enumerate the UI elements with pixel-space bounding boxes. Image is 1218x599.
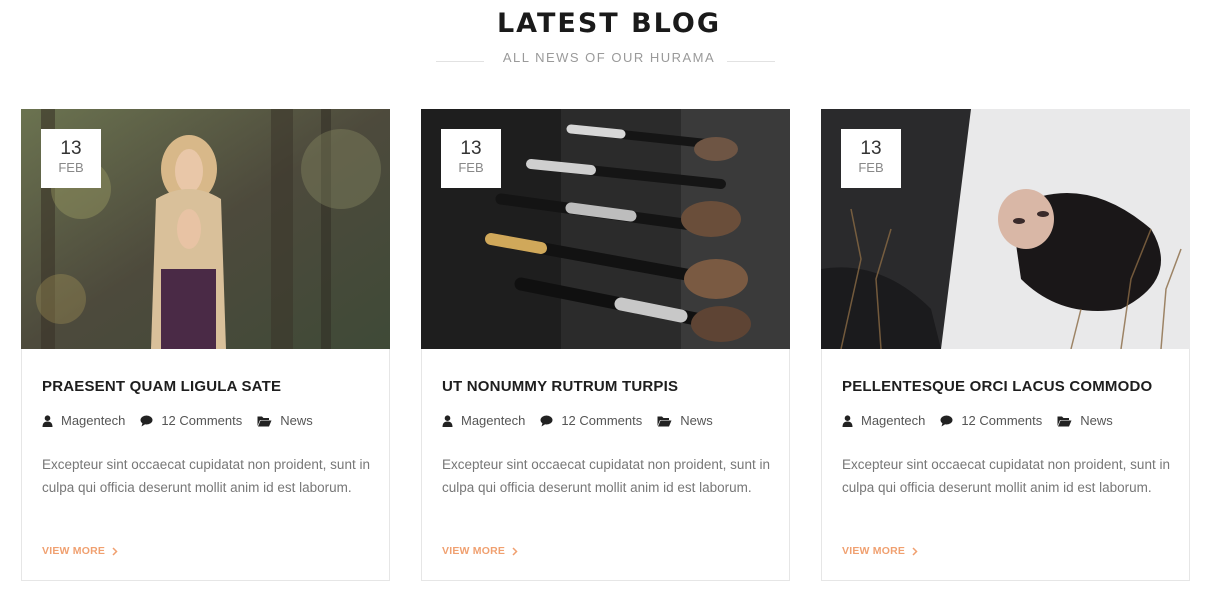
- author-name: Magentech: [461, 413, 526, 428]
- date-day: 13: [60, 138, 82, 159]
- section-title: LATEST BLOG: [496, 8, 722, 39]
- comments-count: 12 Comments: [561, 413, 643, 428]
- user-icon: [42, 414, 53, 427]
- category-name: News: [680, 413, 713, 428]
- meta-author[interactable]: Magentech: [42, 413, 125, 428]
- date-badge: 13 FEB: [41, 129, 101, 188]
- user-icon: [842, 414, 853, 427]
- post-image[interactable]: 13 FEB: [21, 109, 390, 349]
- meta-comments[interactable]: 12 Comments: [140, 413, 242, 428]
- view-more-label: VIEW MORE: [42, 545, 106, 557]
- comments-count: 12 Comments: [161, 413, 243, 428]
- comment-icon: [540, 415, 553, 426]
- meta-category[interactable]: News: [657, 413, 713, 428]
- user-icon: [442, 414, 453, 427]
- author-name: Magentech: [61, 413, 126, 428]
- post-title[interactable]: PELLENTESQUE ORCI LACUS COMMODO: [842, 378, 1152, 395]
- chevron-right-icon: [512, 546, 518, 556]
- post-image[interactable]: 13 FEB: [421, 109, 790, 349]
- section-subtitle: ALL NEWS OF OUR HURAMA: [502, 50, 716, 65]
- category-name: News: [280, 413, 313, 428]
- folder-open-icon: [657, 416, 672, 426]
- post-meta: Magentech 12 Comments News: [442, 413, 728, 428]
- date-month: FEB: [458, 160, 484, 175]
- meta-category[interactable]: News: [1057, 413, 1113, 428]
- meta-comments[interactable]: 12 Comments: [540, 413, 642, 428]
- post-meta: Magentech 12 Comments News: [42, 413, 328, 428]
- date-day: 13: [460, 138, 482, 159]
- meta-comments[interactable]: 12 Comments: [940, 413, 1042, 428]
- folder-open-icon: [257, 416, 272, 426]
- comment-icon: [140, 415, 153, 426]
- post-title[interactable]: PRAESENT QUAM LIGULA SATE: [42, 378, 281, 395]
- post-excerpt: Excepteur sint occaecat cupidatat non pr…: [842, 457, 1170, 495]
- category-name: News: [1080, 413, 1113, 428]
- post-excerpt: Excepteur sint occaecat cupidatat non pr…: [42, 457, 370, 495]
- meta-author[interactable]: Magentech: [842, 413, 925, 428]
- date-badge: 13 FEB: [841, 129, 901, 188]
- view-more-label: VIEW MORE: [842, 545, 906, 557]
- view-more-link[interactable]: VIEW MORE: [842, 545, 918, 557]
- view-more-link[interactable]: VIEW MORE: [442, 545, 518, 557]
- date-month: FEB: [58, 160, 84, 175]
- date-month: FEB: [858, 160, 884, 175]
- post-title[interactable]: UT NONUMMY RUTRUM TURPIS: [442, 378, 678, 395]
- folder-open-icon: [1057, 416, 1072, 426]
- post-image[interactable]: 13 FEB: [821, 109, 1190, 349]
- meta-author[interactable]: Magentech: [442, 413, 525, 428]
- date-badge: 13 FEB: [441, 129, 501, 188]
- chevron-right-icon: [912, 546, 918, 556]
- chevron-right-icon: [112, 546, 118, 556]
- post-meta: Magentech 12 Comments News: [842, 413, 1128, 428]
- comments-count: 12 Comments: [961, 413, 1043, 428]
- blog-card: 13 FEB UT NONUMMY RUTRUM TURPIS Magentec…: [421, 109, 790, 581]
- comment-icon: [940, 415, 953, 426]
- author-name: Magentech: [861, 413, 926, 428]
- post-excerpt: Excepteur sint occaecat cupidatat non pr…: [442, 457, 770, 495]
- blog-card: 13 FEB PRAESENT QUAM LIGULA SATE Magente…: [21, 109, 390, 581]
- subtitle-divider-right: [727, 61, 775, 62]
- view-more-link[interactable]: VIEW MORE: [42, 545, 118, 557]
- meta-category[interactable]: News: [257, 413, 313, 428]
- view-more-label: VIEW MORE: [442, 545, 506, 557]
- date-day: 13: [860, 138, 882, 159]
- blog-card: 13 FEB PELLENTESQUE ORCI LACUS COMMODO M…: [821, 109, 1190, 581]
